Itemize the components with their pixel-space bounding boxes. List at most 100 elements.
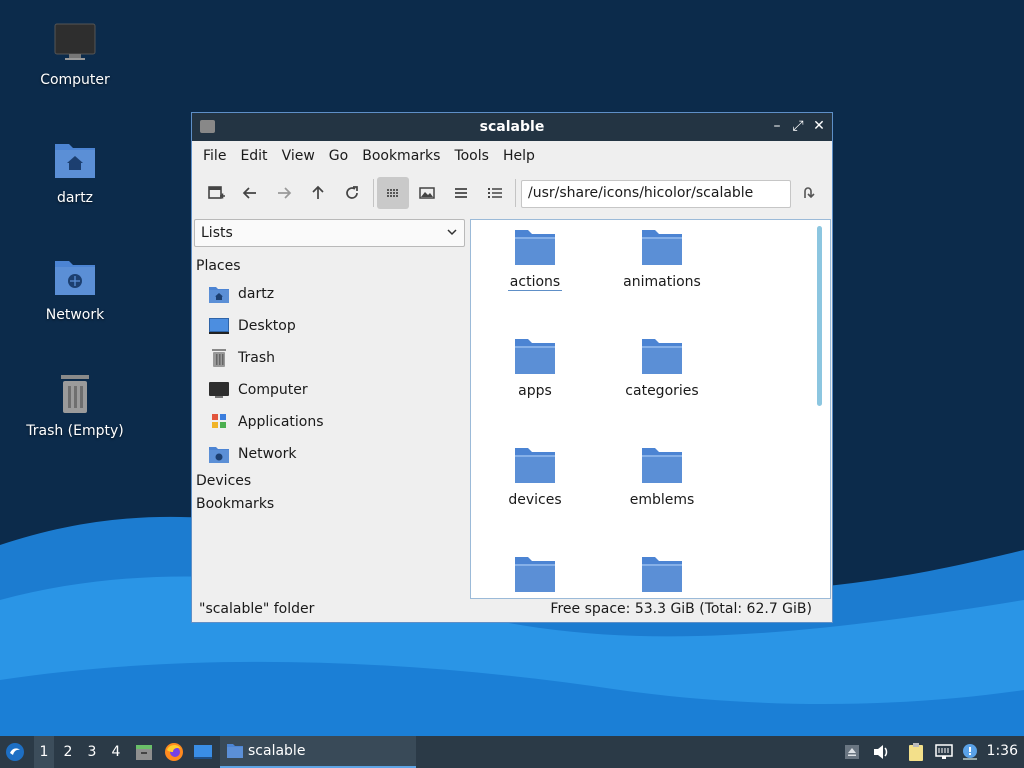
eject-button[interactable] (842, 742, 862, 762)
close-button[interactable]: ✕ (810, 117, 828, 135)
clipboard-button[interactable] (906, 742, 926, 762)
location-bar[interactable]: /usr/share/icons/hicolor/scalable (521, 180, 791, 208)
place-label: Applications (238, 414, 324, 430)
computer-icon (53, 22, 97, 66)
folder-name: devices (508, 492, 562, 508)
window-titlebar[interactable]: scalable – ⤢ ✕ (192, 113, 832, 141)
icon-view-button[interactable] (377, 177, 409, 209)
menu-file[interactable]: File (196, 148, 233, 164)
arrow-up-icon (312, 185, 324, 199)
folder-name: animations (623, 274, 701, 290)
place-item-desktop[interactable]: Desktop (208, 312, 458, 340)
place-label: dartz (238, 286, 275, 302)
folder-icon (514, 555, 556, 593)
file-cabinet-icon (136, 745, 152, 760)
compact-list-icon (455, 188, 467, 198)
workspace-4[interactable]: 4 (106, 736, 126, 768)
update-notifier-button[interactable] (960, 742, 980, 762)
show-desktop-button[interactable] (193, 742, 213, 762)
folder-item[interactable]: actions (475, 228, 595, 291)
place-item-applications[interactable]: Applications (208, 408, 458, 436)
home-folder-icon (53, 140, 97, 184)
back-button[interactable] (234, 177, 266, 209)
menu-help[interactable]: Help (496, 148, 542, 164)
chevron-down-icon (446, 226, 458, 242)
folder-item[interactable]: categories (602, 337, 722, 399)
workspace-3[interactable]: 3 (82, 736, 102, 768)
reload-button[interactable] (336, 177, 368, 209)
new-tab-icon (208, 186, 225, 199)
desktop-icon-trash[interactable]: Trash (Empty) (20, 373, 130, 439)
desktop-icon-dartz[interactable]: dartz (20, 140, 130, 206)
workspace-1[interactable]: 1 (34, 736, 54, 768)
folder-name: actions (507, 274, 563, 291)
up-button[interactable] (302, 177, 334, 209)
vertical-scrollbar[interactable] (817, 226, 822, 406)
file-view[interactable]: actions animations apps categories devic… (470, 219, 831, 599)
file-manager-launcher[interactable] (134, 742, 154, 762)
new-tab-button[interactable] (200, 177, 232, 209)
toolbar-separator (373, 179, 374, 207)
menu-view[interactable]: View (275, 148, 322, 164)
status-bar: "scalable" folder Free space: 53.3 GiB (… (192, 598, 832, 622)
network-folder-icon (53, 257, 97, 301)
trash-icon (208, 348, 230, 368)
network-status-button[interactable] (934, 742, 954, 762)
compact-view-button[interactable] (445, 177, 477, 209)
place-item-network[interactable]: Network (208, 440, 458, 468)
folder-name: categories (625, 383, 699, 399)
place-item-dartz[interactable]: dartz (208, 280, 458, 308)
place-label: Trash (238, 350, 275, 366)
menu-tools[interactable]: Tools (447, 148, 496, 164)
detailed-view-button[interactable] (479, 177, 511, 209)
folder-icon (514, 446, 556, 484)
folder-item[interactable]: animations (602, 228, 722, 290)
menu-edit[interactable]: Edit (233, 148, 274, 164)
place-item-computer[interactable]: Computer (208, 376, 458, 404)
arrow-right-icon (278, 187, 292, 199)
folder-item[interactable] (475, 555, 595, 598)
bookmarks-heading[interactable]: Bookmarks (196, 496, 274, 512)
update-info-icon (963, 744, 977, 760)
menu-bookmarks[interactable]: Bookmarks (355, 148, 447, 164)
folder-icon (641, 446, 683, 484)
workspace-2[interactable]: 2 (58, 736, 78, 768)
taskbar: 1 2 3 4 scalable 1:36 (0, 736, 1024, 768)
computer-icon (208, 380, 230, 400)
firefox-launcher[interactable] (164, 742, 184, 762)
folder-icon (641, 228, 683, 266)
lubuntu-logo-icon (6, 743, 24, 761)
desktop-icon (194, 745, 212, 759)
desktop-icon (208, 316, 230, 336)
folder-item[interactable] (602, 555, 722, 598)
devices-heading[interactable]: Devices (196, 473, 251, 489)
status-folder-info: "scalable" folder (199, 601, 315, 617)
reload-icon (346, 186, 358, 199)
menu-go[interactable]: Go (322, 148, 355, 164)
forward-button[interactable] (268, 177, 300, 209)
thumbnail-view-button[interactable] (411, 177, 443, 209)
minimize-button[interactable]: – (768, 117, 786, 135)
folder-item[interactable]: devices (475, 446, 595, 508)
go-button[interactable] (792, 177, 824, 209)
maximize-button[interactable]: ⤢ (789, 117, 807, 135)
image-icon (419, 187, 435, 199)
volume-button[interactable] (871, 742, 891, 762)
clock[interactable]: 1:36 (987, 743, 1018, 759)
folder-item[interactable]: emblems (602, 446, 722, 508)
desktop-icon-network[interactable]: Network (20, 257, 130, 323)
sidebar-mode-value: Lists (201, 225, 233, 241)
folder-item[interactable]: apps (475, 337, 595, 399)
speaker-icon (874, 745, 888, 759)
desktop-icon-label: Network (45, 307, 105, 323)
taskbar-window-scalable[interactable]: scalable (220, 736, 416, 768)
folder-name: emblems (629, 492, 695, 508)
place-item-trash[interactable]: Trash (208, 344, 458, 372)
sidebar-mode-select[interactable]: Lists (194, 219, 465, 247)
wired-network-icon (935, 744, 953, 759)
network-folder-icon (208, 444, 230, 464)
taskbar-window-label: scalable (248, 743, 306, 759)
start-menu-button[interactable] (5, 742, 25, 762)
folder-icon (641, 337, 683, 375)
desktop-icon-computer[interactable]: Computer (20, 22, 130, 88)
